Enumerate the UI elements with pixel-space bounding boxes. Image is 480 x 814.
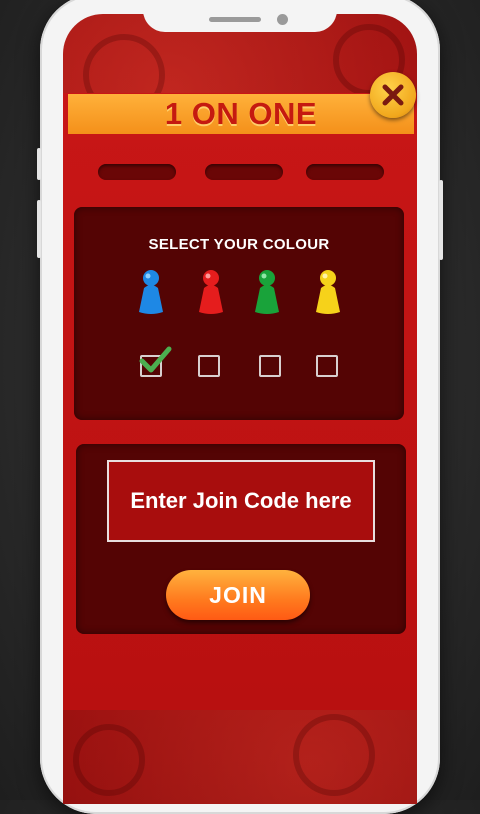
close-x-icon <box>382 84 404 106</box>
join-button[interactable]: JOIN <box>166 570 310 620</box>
yellow-pawn-icon[interactable] <box>313 268 343 318</box>
green-pawn-icon[interactable] <box>252 268 282 318</box>
background-decoration <box>73 724 145 796</box>
phone-speaker <box>209 17 261 22</box>
phone-side-button <box>37 200 41 258</box>
background-decoration <box>293 714 375 796</box>
mode-tab-2[interactable] <box>205 164 283 180</box>
modal-title: 1 ON ONE <box>164 96 318 131</box>
join-code-input[interactable] <box>107 460 375 542</box>
green-colour-checkbox[interactable] <box>259 355 281 377</box>
phone-side-button <box>37 148 41 180</box>
select-colour-title: SELECT YOUR COLOUR <box>148 236 330 253</box>
checkmark-icon <box>139 346 172 373</box>
title-bar: 1 ON ONE <box>68 94 414 134</box>
close-button[interactable] <box>370 72 416 118</box>
red-pawn-icon[interactable] <box>196 268 226 318</box>
phone-notch <box>143 0 337 32</box>
blue-pawn-icon[interactable] <box>136 268 166 318</box>
red-colour-checkbox[interactable] <box>198 355 220 377</box>
phone-camera <box>277 14 288 25</box>
mode-tab-3[interactable] <box>306 164 384 180</box>
phone-side-button <box>439 180 443 260</box>
mode-tab-1[interactable] <box>98 164 176 180</box>
yellow-colour-checkbox[interactable] <box>316 355 338 377</box>
